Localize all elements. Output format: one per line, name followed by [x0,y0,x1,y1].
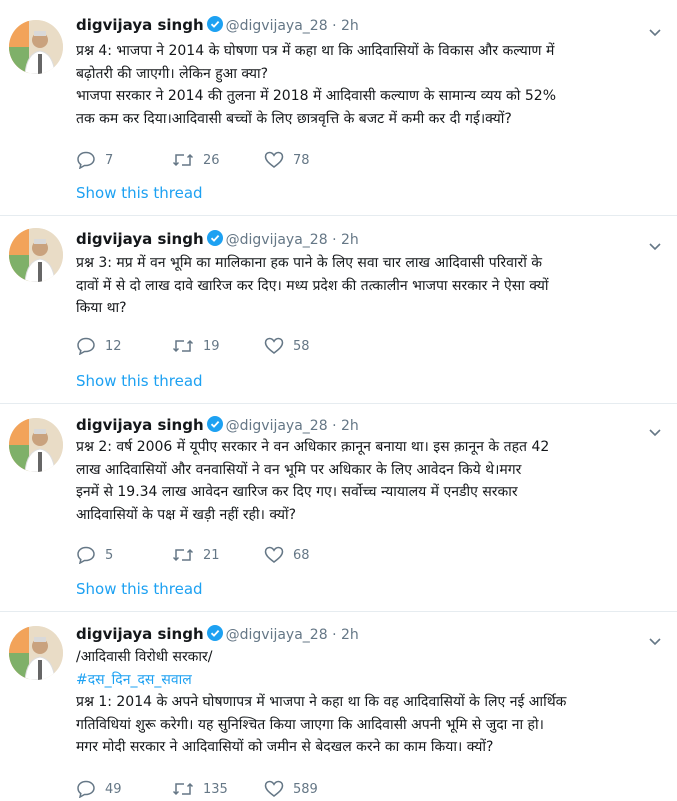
show-thread-link[interactable]: Show this thread [76,580,203,598]
chevron-down-icon[interactable] [647,24,663,40]
reply-icon [77,780,95,798]
retweet-icon [172,339,194,353]
retweet-button[interactable]: 19 [172,334,220,358]
heart-icon [264,151,284,168]
reply-button[interactable]: 49 [76,777,122,801]
timestamp[interactable]: 2h [341,418,359,434]
author-handle[interactable]: @digvijaya_28 [226,627,328,643]
reply-button[interactable]: 7 [76,148,113,172]
timestamp[interactable]: 2h [341,18,359,34]
like-button[interactable]: 58 [264,334,310,358]
tweet-3[interactable]: digvijaya singh @digvijaya_28 · 2h प्रश्न… [0,404,677,612]
tweet-header: digvijaya singh @digvijaya_28 · 2h [76,14,359,36]
avatar[interactable] [9,228,63,282]
tweet-header: digvijaya singh @digvijaya_28 · 2h [76,228,359,250]
reply-count: 12 [105,338,122,354]
author-handle[interactable]: @digvijaya_28 [226,18,328,34]
author-name[interactable]: digvijaya singh [76,416,204,434]
reply-button[interactable]: 12 [76,334,122,358]
tweet-body: प्रश्न 1: 2014 के अपने घोषणापत्र में भाज… [76,694,567,755]
avatar[interactable] [9,626,63,680]
tweet-1[interactable]: digvijaya singh @digvijaya_28 · 2h प्रश्न… [0,0,677,216]
tweet-header: digvijaya singh @digvijaya_28 · 2h [76,414,359,436]
reply-icon [77,546,95,564]
author-name[interactable]: digvijaya singh [76,16,204,34]
retweet-icon [172,782,194,796]
hashtag-link[interactable]: #दस_दिन_दस_सवाल [76,669,666,692]
show-thread-link[interactable]: Show this thread [76,184,203,202]
like-count: 589 [293,781,318,797]
verified-badge-icon [206,230,223,252]
verified-badge-icon [206,625,223,647]
retweet-icon [172,153,194,167]
author-name[interactable]: digvijaya singh [76,230,204,248]
tweet-text: प्रश्न 2: वर्ष 2006 में यूपीए सरकार ने व… [76,439,550,523]
retweet-count: 21 [203,547,220,563]
retweet-icon [172,548,194,562]
retweet-button[interactable]: 26 [172,148,220,172]
timestamp[interactable]: 2h [341,627,359,643]
tweet-text: /आदिवासी विरोधी सरकार/ #दस_दिन_दस_सवाल प्र… [76,646,666,759]
retweet-button[interactable]: 135 [172,777,228,801]
reply-button[interactable]: 5 [76,543,113,567]
retweet-count: 19 [203,338,220,354]
reply-count: 49 [105,781,122,797]
avatar[interactable] [9,20,63,74]
like-button[interactable]: 68 [264,543,310,567]
retweet-count: 135 [203,781,228,797]
tweet-text: प्रश्न 3: मप्र में वन भूमि का मालिकाना ह… [76,255,549,316]
like-button[interactable]: 78 [264,148,310,172]
avatar[interactable] [9,418,63,472]
reply-count: 7 [105,152,114,168]
reply-icon [77,151,95,169]
like-count: 58 [293,338,310,354]
tweet-4[interactable]: digvijaya singh @digvijaya_28 · 2h /आदिवा… [0,612,677,800]
tweet-text: प्रश्न 4: भाजपा ने 2014 के घोषणा पत्र मे… [76,43,556,127]
heart-icon [264,337,284,354]
author-handle[interactable]: @digvijaya_28 [226,418,328,434]
show-thread-link[interactable]: Show this thread [76,372,203,390]
author-handle[interactable]: @digvijaya_28 [226,232,328,248]
tweet-intro: /आदिवासी विरोधी सरकार/ [76,649,213,665]
reply-icon [77,337,95,355]
tweet-2[interactable]: digvijaya singh @digvijaya_28 · 2h प्रश्न… [0,216,677,404]
timestamp[interactable]: 2h [341,232,359,248]
tweet-header: digvijaya singh @digvijaya_28 · 2h [76,623,359,645]
verified-badge-icon [206,16,223,38]
retweet-count: 26 [203,152,220,168]
heart-icon [264,546,284,563]
heart-icon [264,780,284,797]
author-name[interactable]: digvijaya singh [76,625,204,643]
verified-badge-icon [206,416,223,438]
retweet-button[interactable]: 21 [172,543,220,567]
like-count: 68 [293,547,310,563]
reply-count: 5 [105,547,114,563]
like-count: 78 [293,152,310,168]
like-button[interactable]: 589 [264,777,318,801]
